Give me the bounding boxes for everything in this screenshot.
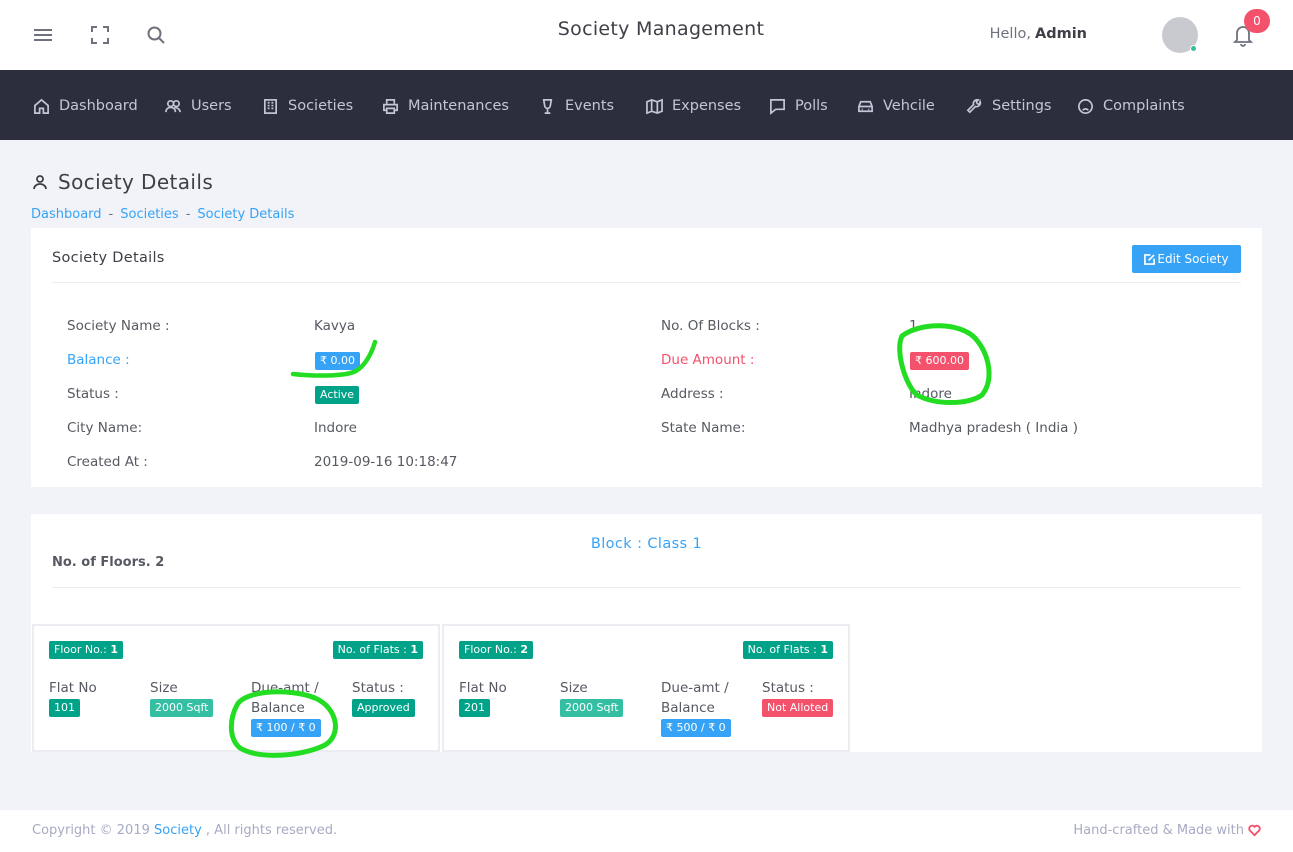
flat-no-header: Flat No bbox=[49, 680, 97, 696]
floor-number-badge: Floor No.: 2 bbox=[459, 641, 533, 659]
status-header: Status : bbox=[352, 680, 404, 696]
nav-polls[interactable]: Polls bbox=[769, 95, 828, 117]
nav-dashboard[interactable]: Dashboard bbox=[33, 95, 138, 117]
city-value: Indore bbox=[314, 420, 357, 436]
state-value: Madhya pradesh ( India ) bbox=[909, 420, 1078, 436]
due-balance-badge: ₹ 100 / ₹ 0 bbox=[251, 719, 321, 737]
block-divider bbox=[52, 587, 1241, 588]
user-icon bbox=[33, 175, 47, 190]
top-header: Society Management Hello, Admin 0 bbox=[0, 0, 1293, 70]
flat-size-badge: 2000 Sqft bbox=[560, 699, 624, 717]
card-title: Society Details bbox=[52, 250, 165, 266]
sad-face-icon bbox=[1078, 98, 1093, 114]
status-badge: Active bbox=[315, 386, 360, 404]
size-header: Size bbox=[150, 680, 178, 696]
society-name-value: Kavya bbox=[314, 318, 356, 334]
flat-number-badge[interactable]: 201 bbox=[459, 699, 490, 717]
nav-users[interactable]: Users bbox=[165, 95, 232, 117]
breadcrumb-society-details[interactable]: Society Details bbox=[197, 207, 294, 222]
floor-box-2: Floor No.: 2 No. of Flats : 1 Flat No Si… bbox=[442, 624, 850, 752]
nav-societies[interactable]: Societies bbox=[262, 95, 353, 117]
nav-maintenances[interactable]: Maintenances bbox=[382, 95, 509, 117]
app-title: Society Management bbox=[557, 18, 765, 40]
flat-number-badge[interactable]: 101 bbox=[49, 699, 80, 717]
breadcrumb-societies[interactable]: Societies bbox=[120, 207, 178, 222]
footer-brand-link[interactable]: Society bbox=[154, 823, 202, 838]
nav-events[interactable]: Events bbox=[539, 95, 614, 117]
flat-no-header: Flat No bbox=[459, 680, 507, 696]
society-details-card: Society Details Edit Society Society Nam… bbox=[31, 228, 1262, 487]
home-icon bbox=[34, 98, 49, 114]
balance-label[interactable]: Balance : bbox=[67, 352, 130, 368]
block-card: Block : Class 1 No. of Floors. 2 Floor N… bbox=[31, 514, 1262, 752]
main-nav: Dashboard Users Societies Maintenances E… bbox=[0, 70, 1293, 140]
made-with: Hand-crafted & Made with bbox=[1073, 823, 1261, 838]
due-balance-header: Due-amt / Balance bbox=[661, 680, 729, 716]
flat-status-badge: Approved bbox=[352, 699, 415, 717]
flat-status-badge: Not Alloted bbox=[762, 699, 834, 717]
floor-box-1: Floor No.: 1 No. of Flats : 1 Flat No Si… bbox=[32, 624, 440, 752]
building-icon bbox=[263, 98, 278, 114]
block-title: Block : Class 1 bbox=[590, 536, 703, 552]
status-label: Status : bbox=[67, 386, 119, 402]
flats-count-badge: No. of Flats : 1 bbox=[332, 641, 423, 659]
online-status-dot bbox=[1190, 45, 1197, 52]
page-title: Society Details bbox=[32, 170, 213, 194]
nav-expenses[interactable]: Expenses bbox=[646, 95, 741, 117]
greeting: Hello, Admin bbox=[989, 26, 1087, 42]
flat-size-badge: 2000 Sqft bbox=[150, 699, 214, 717]
card-divider bbox=[52, 282, 1241, 283]
address-value: Indore bbox=[909, 386, 952, 402]
printer-icon bbox=[383, 98, 398, 114]
created-at-value: 2019-09-16 10:18:47 bbox=[314, 454, 458, 470]
created-at-label: Created At : bbox=[67, 454, 148, 470]
due-amount-label: Due Amount : bbox=[661, 352, 755, 368]
edit-society-button[interactable]: Edit Society bbox=[1132, 245, 1241, 273]
society-name-label: Society Name : bbox=[67, 318, 170, 334]
floors-count: No. of Floors. 2 bbox=[52, 555, 165, 570]
copyright: Copyright © 2019 Society , All rights re… bbox=[32, 823, 338, 838]
nav-settings[interactable]: Settings bbox=[966, 95, 1051, 117]
flats-count-badge: No. of Flats : 1 bbox=[742, 641, 833, 659]
footer: Copyright © 2019 Society , All rights re… bbox=[0, 810, 1293, 852]
users-icon bbox=[165, 99, 181, 112]
username: Admin bbox=[1034, 26, 1087, 42]
nav-vehicle[interactable]: Vehcile bbox=[857, 95, 935, 117]
due-balance-badge: ₹ 500 / ₹ 0 bbox=[661, 719, 731, 737]
blocks-value: 1 bbox=[909, 318, 918, 334]
edit-icon bbox=[1144, 253, 1156, 265]
nav-complaints[interactable]: Complaints bbox=[1077, 95, 1185, 117]
notification-badge[interactable]: 0 bbox=[1244, 9, 1270, 33]
avatar[interactable] bbox=[1162, 17, 1198, 53]
state-label: State Name: bbox=[661, 420, 746, 436]
heart-icon bbox=[1248, 824, 1261, 837]
glass-icon bbox=[542, 98, 553, 114]
wrench-icon bbox=[966, 98, 982, 113]
status-header: Status : bbox=[762, 680, 814, 696]
address-label: Address : bbox=[661, 386, 724, 402]
floor-number-badge: Floor No.: 1 bbox=[49, 641, 123, 659]
size-header: Size bbox=[560, 680, 588, 696]
due-balance-header: Due-amt / Balance bbox=[251, 680, 319, 716]
car-icon bbox=[858, 100, 873, 112]
city-label: City Name: bbox=[67, 420, 143, 436]
due-amount-badge: ₹ 600.00 bbox=[910, 352, 969, 370]
blocks-label: No. Of Blocks : bbox=[661, 318, 760, 334]
map-icon bbox=[646, 98, 663, 114]
chat-icon bbox=[770, 98, 785, 115]
breadcrumb: Dashboard - Societies - Society Details bbox=[31, 207, 295, 222]
breadcrumb-dashboard[interactable]: Dashboard bbox=[31, 207, 102, 222]
balance-badge: ₹ 0.00 bbox=[315, 352, 360, 370]
